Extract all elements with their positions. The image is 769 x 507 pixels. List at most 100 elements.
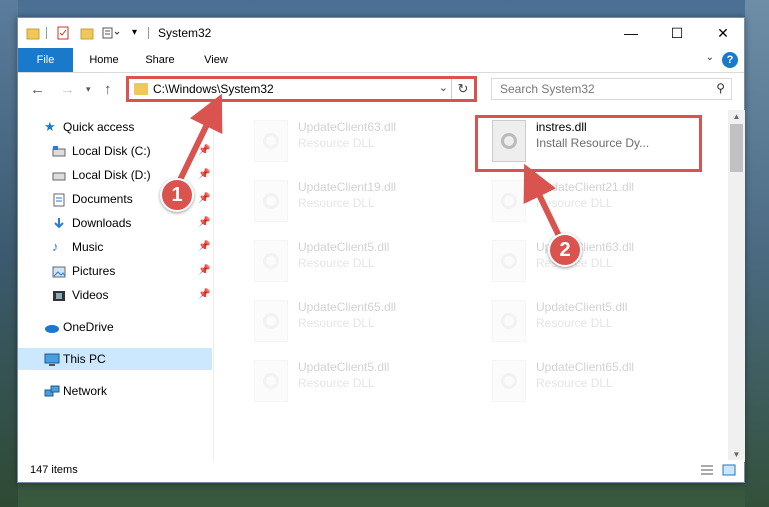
tab-file[interactable]: File [18, 48, 73, 72]
tab-home[interactable]: Home [80, 48, 128, 72]
file-type: Resource DLL [536, 196, 613, 210]
list-item[interactable]: UpdateClient65.dll Resource DLL [242, 294, 472, 350]
sidebar-item-label: Pictures [72, 264, 116, 278]
navigation-bar: ← → ▾ ↑ C:\Windows\System32 ⌄ ↻ Search S… [18, 73, 744, 107]
chevron-down-icon[interactable]: ⌄ [439, 81, 448, 94]
sidebar-item-label: Music [72, 240, 104, 254]
pin-icon: 📌 [198, 193, 211, 204]
sidebar-item-pictures[interactable]: Pictures 📌 [18, 260, 212, 282]
desktop-background-left [0, 0, 18, 507]
refresh-icon[interactable]: ↻ [451, 79, 474, 99]
up-arrow-icon[interactable]: ↑ [104, 81, 112, 98]
pin-icon: 📌 [198, 169, 211, 180]
search-icon[interactable]: ⚲ [716, 81, 725, 95]
sidebar-item-label: This PC [63, 352, 106, 366]
pictures-icon [52, 264, 66, 278]
file-type: Resource DLL [536, 376, 613, 390]
dll-file-icon [254, 300, 288, 342]
list-item[interactable]: UpdateClient5.dll Resource DLL [242, 354, 472, 410]
sidebar-item-this-pc[interactable]: This PC [18, 348, 212, 370]
dll-file-icon [254, 120, 288, 162]
sidebar-item-videos[interactable]: Videos 📌 [18, 284, 212, 306]
chevron-down-icon[interactable]: ⌄ [706, 52, 714, 63]
file-name: UpdateClient5.dll [298, 360, 390, 374]
large-icons-view-icon[interactable] [722, 464, 736, 476]
address-path: C:\Windows\System32 [153, 82, 274, 96]
new-folder-icon[interactable] [80, 26, 94, 40]
dropdown-arrow-icon[interactable]: ▾ [132, 26, 146, 40]
pin-icon: 📌 [198, 265, 211, 276]
sidebar-item-label: Quick access [63, 120, 135, 134]
pin-icon: 📌 [198, 145, 211, 156]
sidebar-item-label: Local Disk (C:) [72, 144, 151, 158]
sidebar-item-quick-access[interactable]: ★ Quick access [18, 116, 212, 138]
list-item[interactable]: UpdateClient63.dll Resource DLL [480, 234, 710, 290]
status-bar: 147 items [18, 460, 744, 482]
close-button[interactable]: ✕ [700, 18, 746, 48]
file-explorer-window: ▾ System32 — ☐ ✕ File Home Share View ⌄ … [17, 17, 745, 483]
sidebar-item-downloads[interactable]: Downloads 📌 [18, 212, 212, 234]
file-type: Resource DLL [298, 256, 375, 270]
dll-file-icon [492, 240, 526, 282]
this-pc-icon [44, 352, 60, 366]
tab-share[interactable]: Share [136, 48, 184, 72]
scroll-up-icon[interactable]: ▲ [728, 110, 745, 124]
documents-icon [52, 192, 66, 207]
navigation-pane: ★ Quick access Local Disk (C:) 📌 Local D… [18, 110, 212, 460]
help-icon[interactable]: ? [722, 52, 738, 68]
sidebar-item-label: Documents [72, 192, 133, 206]
file-type: Resource DLL [298, 316, 375, 330]
scroll-thumb[interactable] [730, 124, 743, 172]
list-item[interactable]: UpdateClient19.dll Resource DLL [242, 174, 472, 230]
drive-icon [52, 144, 66, 158]
details-view-icon[interactable] [700, 464, 714, 476]
back-arrow-icon[interactable]: ← [30, 81, 45, 98]
onedrive-icon [44, 320, 59, 334]
item-count: 147 items [30, 464, 78, 476]
sidebar-item-label: Local Disk (D:) [72, 168, 151, 182]
recent-locations-icon[interactable]: ▾ [86, 84, 91, 95]
dll-file-icon [254, 240, 288, 282]
file-type: Resource DLL [298, 376, 375, 390]
properties-icon[interactable] [56, 26, 70, 40]
title-bar: ▾ System32 — ☐ ✕ [18, 18, 744, 48]
list-item[interactable]: UpdateClient5.dll Resource DLL [242, 234, 472, 290]
sidebar-item-onedrive[interactable]: OneDrive [18, 316, 212, 338]
list-item[interactable]: UpdateClient65.dll Resource DLL [480, 354, 710, 410]
sidebar-item-label: Downloads [72, 216, 132, 230]
dll-file-icon [492, 180, 526, 222]
file-type: Resource DLL [298, 196, 375, 210]
file-name: UpdateClient5.dll [298, 240, 390, 254]
vertical-scrollbar[interactable]: ▲ ▼ [728, 110, 745, 462]
maximize-button[interactable]: ☐ [654, 18, 700, 48]
search-placeholder: Search System32 [500, 82, 595, 96]
callout-2: 2 [548, 233, 582, 267]
sidebar-item-local-disk-c[interactable]: Local Disk (C:) 📌 [18, 140, 212, 162]
minimize-button[interactable]: — [608, 18, 654, 48]
list-item[interactable]: UpdateClient5.dll Resource DLL [480, 294, 710, 350]
file-name: UpdateClient19.dll [298, 180, 397, 194]
videos-icon [52, 288, 66, 302]
sidebar-item-label: Network [63, 384, 108, 398]
folder-icon [26, 26, 40, 40]
dll-file-icon [492, 300, 526, 342]
file-name: UpdateClient5.dll [536, 300, 628, 314]
dll-file-icon [254, 180, 288, 222]
search-input[interactable]: Search System32 ⚲ [491, 78, 732, 100]
file-name: UpdateClient21.dll [536, 180, 635, 194]
drive-icon [52, 168, 66, 182]
address-bar[interactable]: C:\Windows\System32 ⌄ ↻ [126, 76, 477, 102]
folder-icon [134, 83, 148, 95]
separator [46, 27, 47, 39]
file-name: UpdateClient65.dll [298, 300, 397, 314]
tab-view[interactable]: View [192, 48, 240, 72]
callout-1: 1 [160, 178, 194, 212]
forward-arrow-icon[interactable]: → [60, 81, 75, 98]
sidebar-item-network[interactable]: Network [18, 380, 212, 402]
list-item[interactable]: UpdateClient21.dll Resource DLL [480, 174, 710, 230]
list-item[interactable]: UpdateClient63.dll Resource DLL [242, 114, 472, 170]
sidebar-item-music[interactable]: ♪ Music 📌 [18, 236, 212, 258]
customize-qat-icon[interactable] [102, 26, 120, 40]
separator [148, 27, 149, 39]
desktop-background-right [745, 0, 769, 507]
